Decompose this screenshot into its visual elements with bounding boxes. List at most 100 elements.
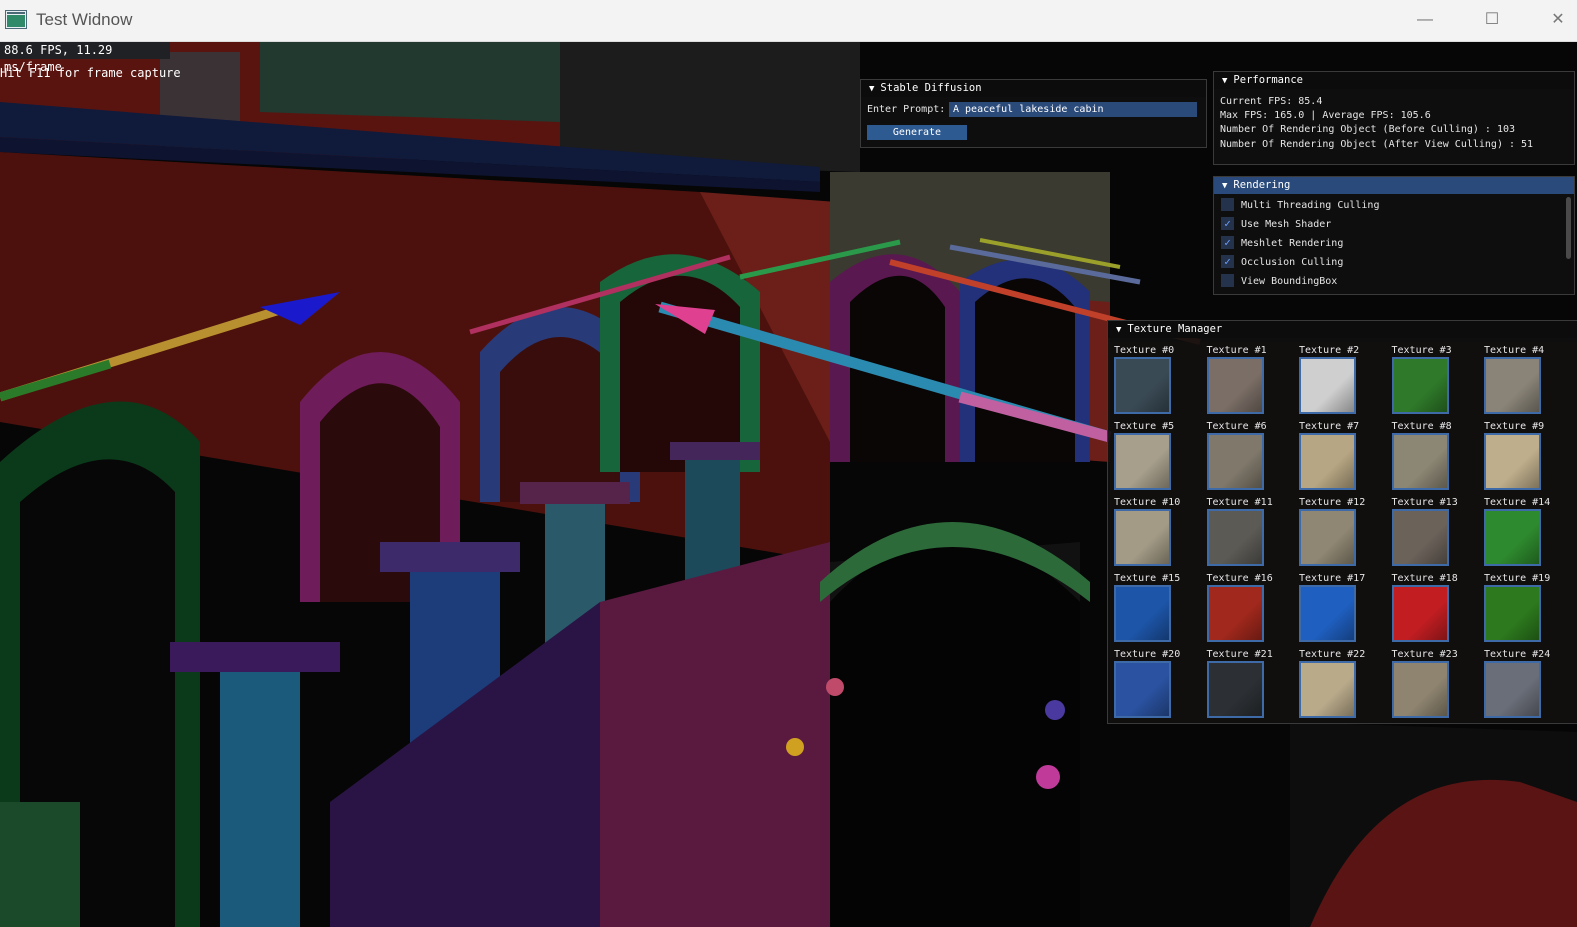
texture-item[interactable]: Texture #14 [1484,497,1574,573]
texture-item[interactable]: Texture #3 [1391,345,1482,421]
texture-thumbnail[interactable] [1391,509,1449,566]
texture-item[interactable]: Texture #6 [1206,421,1297,497]
texture-item[interactable]: Texture #4 [1484,345,1574,421]
texture-thumbnail[interactable] [1391,433,1449,490]
option-view-boundingbox[interactable]: View BoundingBox [1221,273,1338,290]
texture-label: Texture #4 [1484,345,1545,356]
close-icon[interactable]: ✕ [1538,7,1577,33]
texture-label: Texture #11 [1206,497,1273,508]
texture-item[interactable]: Texture #15 [1114,573,1204,649]
texture-item[interactable]: Texture #0 [1114,345,1204,421]
texture-item[interactable]: Texture #24 [1484,649,1574,725]
collapse-triangle-icon[interactable]: ▼ [869,81,874,98]
max-average-fps-text: Max FPS: 165.0 | Average FPS: 105.6 [1220,110,1431,122]
texture-thumbnail[interactable] [1484,661,1541,718]
texture-item[interactable]: Texture #13 [1391,497,1482,573]
texture-manager-title: Texture Manager [1127,323,1223,335]
texture-thumbnail[interactable] [1114,357,1171,414]
texture-thumbnail[interactable] [1299,357,1356,414]
texture-label: Texture #10 [1114,497,1181,508]
texture-item[interactable]: Texture #18 [1391,573,1482,649]
texture-item[interactable]: Texture #5 [1114,421,1204,497]
maximize-icon[interactable]: ☐ [1472,7,1512,33]
texture-item[interactable]: Texture #22 [1299,649,1389,725]
texture-item[interactable]: Texture #10 [1114,497,1204,573]
texture-label: Texture #15 [1114,573,1181,584]
texture-thumbnail[interactable] [1114,661,1171,718]
texture-thumbnail[interactable] [1206,661,1264,718]
texture-thumbnail[interactable] [1206,509,1264,566]
texture-thumbnail[interactable] [1484,357,1541,414]
texture-thumbnail[interactable] [1114,433,1171,490]
texture-label: Texture #2 [1299,345,1360,356]
collapse-triangle-icon[interactable]: ▼ [1116,322,1121,339]
texture-item[interactable]: Texture #20 [1114,649,1204,725]
texture-label: Texture #24 [1484,649,1551,660]
texture-thumbnail[interactable] [1484,509,1541,566]
checkbox[interactable]: ✓ [1221,254,1234,268]
option-multi-threading-culling[interactable]: Multi Threading Culling [1221,197,1379,214]
texture-item[interactable]: Texture #16 [1206,573,1297,649]
texture-item[interactable]: Texture #17 [1299,573,1389,649]
texture-label: Texture #19 [1484,573,1551,584]
option-use-mesh-shader[interactable]: ✓ Use Mesh Shader [1221,216,1331,233]
texture-item[interactable]: Texture #9 [1484,421,1574,497]
collapse-triangle-icon[interactable]: ▼ [1222,73,1227,90]
texture-label: Texture #7 [1299,421,1360,432]
option-occlusion-culling[interactable]: ✓ Occlusion Culling [1221,254,1343,271]
rendering-header[interactable]: ▼ Rendering [1214,177,1574,194]
stable-diffusion-header[interactable]: ▼ Stable Diffusion [861,80,1206,97]
texture-item[interactable]: Texture #7 [1299,421,1389,497]
frame-capture-hint: Hit F11 for frame capture [0,66,181,80]
checkbox[interactable] [1221,197,1234,211]
prompt-input[interactable]: A peaceful lakeside cabin [949,102,1197,117]
texture-item[interactable]: Texture #21 [1206,649,1297,725]
texture-label: Texture #0 [1114,345,1175,356]
texture-item[interactable]: Texture #8 [1391,421,1482,497]
texture-thumbnail[interactable] [1206,357,1264,414]
objects-before-culling-text: Number Of Rendering Object (Before Culli… [1220,124,1516,136]
texture-thumbnail[interactable] [1206,433,1264,490]
texture-thumbnail[interactable] [1484,433,1541,490]
texture-thumbnail[interactable] [1114,585,1171,642]
checkbox[interactable]: ✓ [1221,216,1234,230]
generate-button[interactable]: Generate [867,125,967,140]
checkbox[interactable] [1221,273,1234,287]
texture-item[interactable]: Texture #1 [1206,345,1297,421]
stable-diffusion-window: ▼ Stable Diffusion Enter Prompt: A peacef… [860,79,1207,148]
texture-label: Texture #13 [1391,497,1458,508]
current-fps-text: Current FPS: 85.4 [1220,96,1323,107]
texture-label: Texture #5 [1114,421,1175,432]
texture-label: Texture #22 [1299,649,1366,660]
rendering-window: ▼ Rendering Multi Threading Culling ✓ Use … [1213,176,1575,295]
texture-item[interactable]: Texture #12 [1299,497,1389,573]
minimize-icon[interactable]: — [1405,7,1445,33]
option-label: Meshlet Rendering [1241,238,1344,249]
scrollbar-thumb[interactable] [1566,197,1571,259]
prompt-label: Enter Prompt: [867,104,946,115]
texture-thumbnail[interactable] [1299,433,1356,490]
checkbox[interactable]: ✓ [1221,235,1234,249]
option-label: View BoundingBox [1241,276,1338,287]
fps-counter: 88.6 FPS, 11.29 ms/frame [0,42,170,74]
performance-header[interactable]: ▼ Performance [1214,72,1574,89]
collapse-triangle-icon[interactable]: ▼ [1222,178,1227,195]
texture-thumbnail[interactable] [1391,585,1449,642]
texture-thumbnail[interactable] [1391,357,1449,414]
texture-item[interactable]: Texture #23 [1391,649,1482,725]
option-meshlet-rendering[interactable]: ✓ Meshlet Rendering [1221,235,1344,252]
texture-thumbnail[interactable] [1391,661,1449,718]
texture-label: Texture #23 [1391,649,1458,660]
texture-manager-header[interactable]: ▼ Texture Manager [1108,321,1577,338]
texture-label: Texture #3 [1391,345,1452,356]
texture-item[interactable]: Texture #2 [1299,345,1389,421]
texture-thumbnail[interactable] [1114,509,1171,566]
texture-thumbnail[interactable] [1484,585,1541,642]
texture-thumbnail[interactable] [1299,661,1356,718]
texture-item[interactable]: Texture #19 [1484,573,1574,649]
texture-label: Texture #1 [1206,345,1267,356]
texture-thumbnail[interactable] [1206,585,1264,642]
texture-thumbnail[interactable] [1299,585,1356,642]
texture-thumbnail[interactable] [1299,509,1356,566]
texture-item[interactable]: Texture #11 [1206,497,1297,573]
